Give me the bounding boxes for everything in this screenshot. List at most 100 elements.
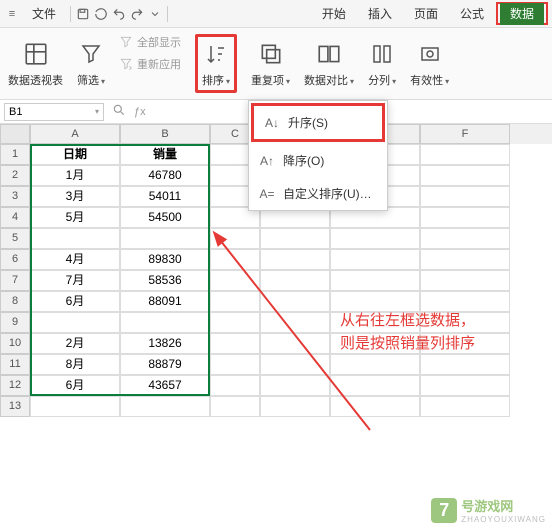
cell[interactable]	[420, 354, 510, 375]
refresh-icon[interactable]	[93, 6, 109, 22]
cell[interactable]	[210, 333, 260, 354]
cell[interactable]	[120, 312, 210, 333]
row-header[interactable]: 3	[0, 186, 30, 207]
cell[interactable]	[260, 249, 330, 270]
cell[interactable]: 6月	[30, 291, 120, 312]
cell[interactable]	[210, 354, 260, 375]
cell[interactable]	[260, 291, 330, 312]
col-header[interactable]: F	[420, 124, 510, 144]
sort-desc-item[interactable]: A↑ 降序(O)	[249, 144, 387, 177]
save-icon[interactable]	[75, 6, 91, 22]
fx-icon[interactable]: ƒx	[134, 106, 146, 118]
cell[interactable]	[260, 375, 330, 396]
cell[interactable]	[330, 396, 420, 417]
cell[interactable]: 54500	[120, 207, 210, 228]
cell[interactable]	[210, 312, 260, 333]
cell[interactable]: 58536	[120, 270, 210, 291]
cell[interactable]: 3月	[30, 186, 120, 207]
cell[interactable]	[120, 396, 210, 417]
menu-formula[interactable]: 公式	[450, 1, 494, 26]
select-all-corner[interactable]	[0, 124, 30, 144]
valid-button[interactable]: 有效性▾	[410, 34, 449, 93]
name-box[interactable]: B1 ▾	[4, 103, 104, 121]
col-header[interactable]: B	[120, 124, 210, 144]
sort-button[interactable]: 排序▾	[195, 34, 237, 93]
cell[interactable]	[420, 291, 510, 312]
reapply-item[interactable]: 重新应用	[119, 56, 181, 72]
menu-file[interactable]: 文件	[22, 1, 66, 26]
row-header[interactable]: 9	[0, 312, 30, 333]
cell[interactable]	[210, 375, 260, 396]
cell[interactable]: 89830	[120, 249, 210, 270]
cell[interactable]	[260, 354, 330, 375]
pivot-button[interactable]: 数据透视表	[8, 34, 63, 93]
cell[interactable]: 13826	[120, 333, 210, 354]
cell[interactable]	[330, 291, 420, 312]
cell[interactable]: 43657	[120, 375, 210, 396]
cell[interactable]: 1月	[30, 165, 120, 186]
row-header[interactable]: 7	[0, 270, 30, 291]
cell[interactable]	[420, 249, 510, 270]
sort-custom-item[interactable]: A= 自定义排序(U)…	[249, 177, 387, 210]
row-header[interactable]: 12	[0, 375, 30, 396]
split-button[interactable]: 分列▾	[368, 34, 396, 93]
cell[interactable]	[210, 396, 260, 417]
row-header[interactable]: 2	[0, 165, 30, 186]
cell[interactable]	[330, 354, 420, 375]
row-header[interactable]: 8	[0, 291, 30, 312]
cell[interactable]	[420, 396, 510, 417]
row-header[interactable]: 4	[0, 207, 30, 228]
dropdown-icon[interactable]	[147, 6, 163, 22]
cell[interactable]	[30, 312, 120, 333]
cell[interactable]: 6月	[30, 375, 120, 396]
filter-button[interactable]: 筛选▾	[77, 34, 105, 93]
show-all-item[interactable]: 全部显示	[119, 34, 181, 50]
cell[interactable]: 46780	[120, 165, 210, 186]
row-header[interactable]: 6	[0, 249, 30, 270]
row-header[interactable]: 5	[0, 228, 30, 249]
cell[interactable]	[330, 270, 420, 291]
cell[interactable]	[420, 375, 510, 396]
cell[interactable]	[260, 396, 330, 417]
cell[interactable]	[210, 228, 260, 249]
compare-button[interactable]: 数据对比▾	[304, 34, 354, 93]
cell[interactable]	[420, 144, 510, 165]
cell[interactable]: 7月	[30, 270, 120, 291]
cell[interactable]	[210, 249, 260, 270]
cell[interactable]	[30, 396, 120, 417]
cell[interactable]: 4月	[30, 249, 120, 270]
menu-insert[interactable]: 插入	[358, 1, 402, 26]
dup-button[interactable]: 重复项▾	[251, 34, 290, 93]
cell[interactable]: 2月	[30, 333, 120, 354]
redo-icon[interactable]	[129, 6, 145, 22]
cell[interactable]	[30, 228, 120, 249]
menu-icon[interactable]: ≡	[4, 6, 20, 22]
sort-asc-item[interactable]: A↓ 升序(S)	[254, 106, 382, 139]
menu-page[interactable]: 页面	[404, 1, 448, 26]
cell[interactable]	[420, 270, 510, 291]
row-header[interactable]: 10	[0, 333, 30, 354]
cell[interactable]: 5月	[30, 207, 120, 228]
cell[interactable]	[210, 291, 260, 312]
cell[interactable]	[330, 228, 420, 249]
cell[interactable]	[420, 207, 510, 228]
cell[interactable]	[420, 186, 510, 207]
row-header[interactable]: 11	[0, 354, 30, 375]
cell[interactable]	[210, 270, 260, 291]
cell[interactable]: 88091	[120, 291, 210, 312]
cell[interactable]	[260, 270, 330, 291]
cell[interactable]	[260, 312, 330, 333]
menu-start[interactable]: 开始	[312, 1, 356, 26]
cell[interactable]	[330, 249, 420, 270]
row-header[interactable]: 1	[0, 144, 30, 165]
cell[interactable]	[260, 333, 330, 354]
cell[interactable]	[330, 375, 420, 396]
cell[interactable]	[420, 228, 510, 249]
cell[interactable]	[120, 228, 210, 249]
cell[interactable]	[260, 228, 330, 249]
cell[interactable]: 54011	[120, 186, 210, 207]
row-header[interactable]: 13	[0, 396, 30, 417]
col-header[interactable]: A	[30, 124, 120, 144]
cell[interactable]: 8月	[30, 354, 120, 375]
search-icon[interactable]	[112, 103, 126, 120]
